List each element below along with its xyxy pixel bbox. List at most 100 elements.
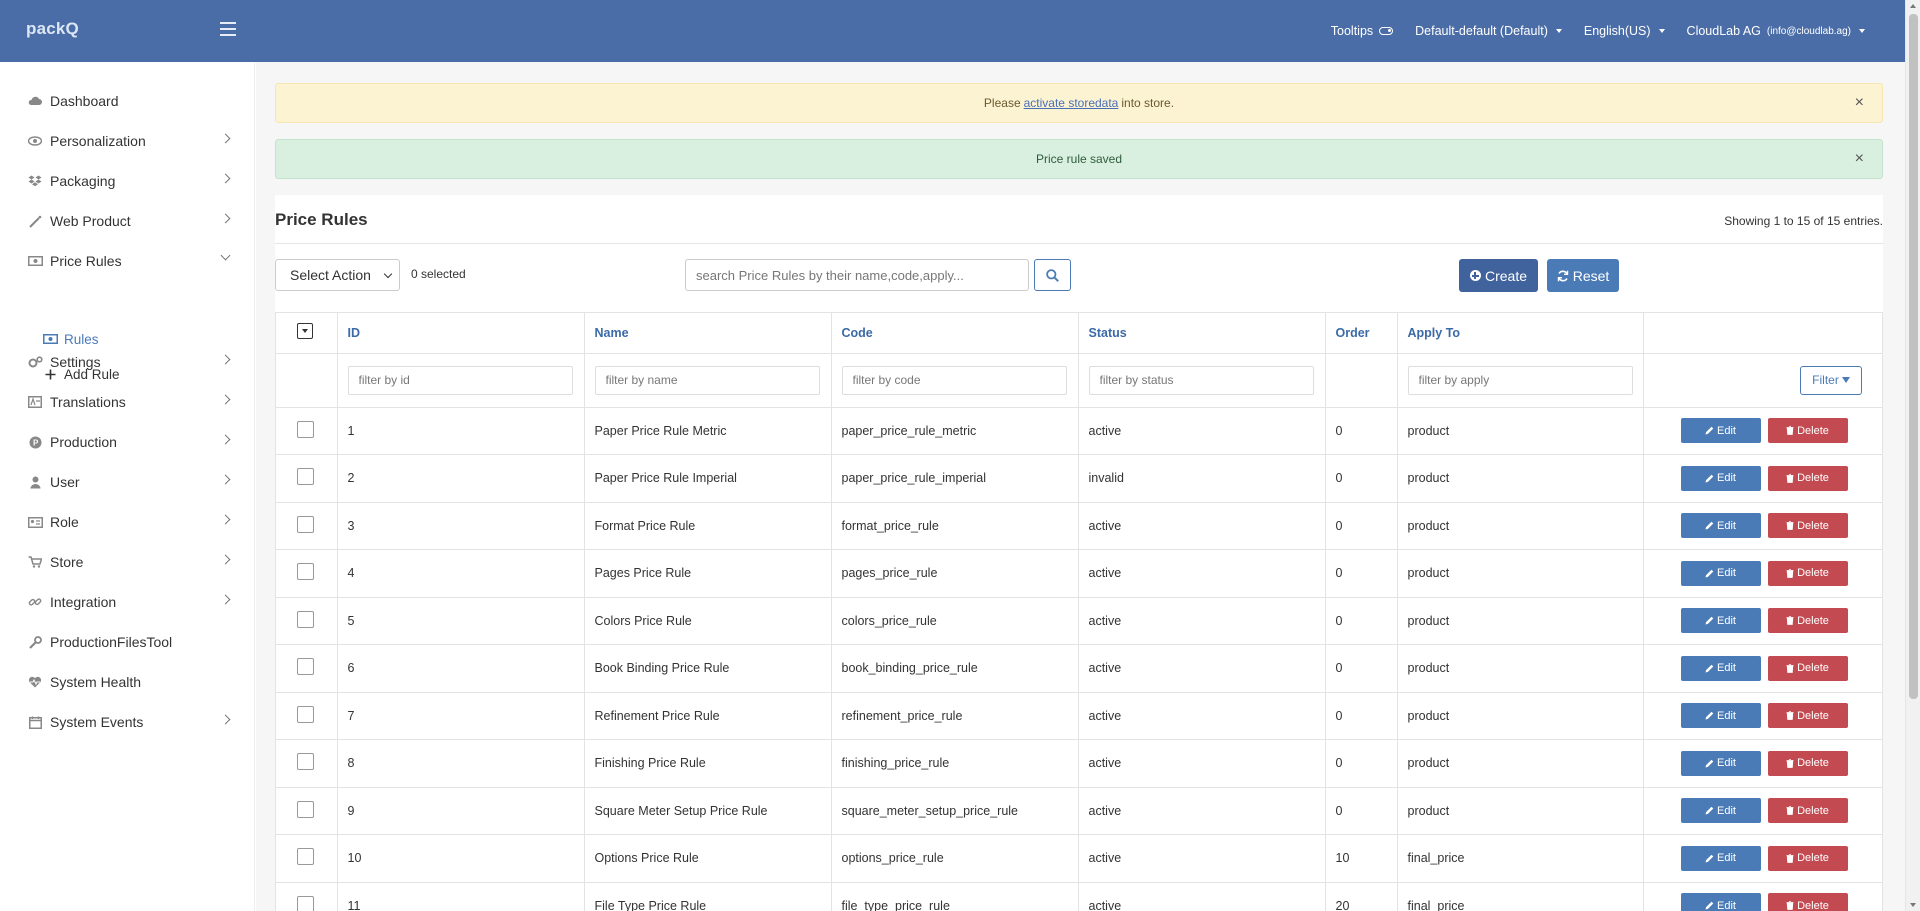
account-dropdown[interactable]: CloudLab AG (info@cloudlab.ag)	[1687, 24, 1865, 38]
create-button[interactable]: Create	[1459, 259, 1538, 292]
chevron-right-icon	[220, 474, 231, 485]
sidebar-item-settings[interactable]: Settings	[0, 342, 255, 382]
sidebar-item-production-files-tool[interactable]: ProductionFilesTool	[0, 622, 255, 662]
row-checkbox[interactable]	[297, 468, 314, 486]
sidebar-item-translations[interactable]: Translations	[0, 382, 255, 422]
close-icon[interactable]: ×	[1855, 151, 1864, 167]
column-header-order[interactable]: Order	[1325, 313, 1398, 354]
edit-button[interactable]: Edit	[1680, 560, 1761, 586]
search-button[interactable]	[1034, 259, 1071, 291]
edit-button[interactable]: Edit	[1680, 845, 1761, 871]
edit-button[interactable]: Edit	[1680, 608, 1761, 634]
row-checkbox[interactable]	[297, 563, 314, 581]
close-icon[interactable]: ×	[1855, 95, 1864, 111]
filter-apply-input[interactable]	[1407, 365, 1633, 395]
filter-id-input[interactable]	[347, 365, 573, 395]
column-header-id[interactable]: ID	[337, 313, 585, 354]
bulk-action-select[interactable]: Select Action	[275, 259, 400, 291]
select-all-checkbox[interactable]	[297, 323, 313, 340]
delete-button[interactable]: Delete	[1767, 608, 1848, 634]
sidebar-item-price-rules[interactable]: Price Rules	[0, 241, 255, 281]
delete-button[interactable]: Delete	[1767, 798, 1848, 824]
sidebar-item-web-product[interactable]: Web Product	[0, 201, 255, 241]
filter-code-input[interactable]	[841, 365, 1067, 395]
scroll-up-arrow-icon[interactable]	[1910, 4, 1916, 8]
column-header-name[interactable]: Name	[584, 313, 832, 354]
edit-button[interactable]: Edit	[1680, 465, 1761, 491]
reset-button[interactable]: Reset	[1547, 259, 1619, 292]
sidebar-item-personalization[interactable]: Personalization	[0, 121, 255, 161]
pencil-icon	[1705, 806, 1714, 815]
select-all-header	[276, 313, 338, 354]
sidebar-item-dashboard[interactable]: Dashboard	[0, 81, 255, 121]
tooltips-toggle[interactable]: Tooltips	[1331, 24, 1394, 38]
sidebar-item-packaging[interactable]: Packaging	[0, 161, 255, 201]
cell-order: 0	[1325, 644, 1398, 693]
edit-button[interactable]: Edit	[1680, 750, 1761, 776]
row-checkbox[interactable]	[297, 753, 314, 771]
store-selector-dropdown[interactable]: Default-default (Default)	[1415, 24, 1562, 38]
cell-code: finishing_price_rule	[831, 739, 1079, 788]
row-checkbox[interactable]	[297, 895, 314, 911]
delete-button[interactable]: Delete	[1767, 655, 1848, 681]
row-checkbox[interactable]	[297, 705, 314, 723]
edit-button[interactable]: Edit	[1680, 703, 1761, 729]
sidebar-item-system-health[interactable]: System Health	[0, 662, 255, 702]
filter-status-input[interactable]	[1088, 365, 1314, 395]
caret-down-icon	[1658, 29, 1665, 33]
edit-button[interactable]: Edit	[1680, 655, 1761, 681]
delete-button[interactable]: Delete	[1767, 513, 1848, 539]
edit-button-label: Edit	[1717, 567, 1736, 580]
row-checkbox[interactable]	[297, 515, 314, 533]
row-checkbox[interactable]	[297, 848, 314, 866]
delete-button[interactable]: Delete	[1767, 418, 1848, 444]
edit-button-label: Edit	[1717, 519, 1736, 532]
sidebar-item-user[interactable]: User	[0, 462, 255, 502]
delete-button[interactable]: Delete	[1767, 845, 1848, 871]
edit-button[interactable]: Edit	[1680, 418, 1761, 444]
scroll-down-arrow-icon[interactable]	[1910, 903, 1916, 907]
scroll-thumb[interactable]	[1909, 14, 1918, 699]
row-actions: Edit Delete	[1654, 513, 1873, 539]
sidebar-item-production[interactable]: P Production	[0, 422, 255, 462]
column-header-status[interactable]: Status	[1078, 313, 1326, 354]
column-header-apply-to[interactable]: Apply To	[1397, 313, 1644, 354]
edit-button[interactable]: Edit	[1680, 513, 1761, 539]
cell-status: active	[1078, 739, 1326, 788]
row-checkbox[interactable]	[297, 610, 314, 628]
cell-name: Square Meter Setup Price Rule	[584, 787, 832, 835]
sidebar-item-integration[interactable]: Integration	[0, 582, 255, 622]
delete-button[interactable]: Delete	[1767, 703, 1848, 729]
cell-status: active	[1078, 882, 1326, 911]
page-scrollbar[interactable]	[1905, 0, 1920, 911]
sidebar-item-role[interactable]: Role	[0, 502, 255, 542]
trash-icon	[1786, 901, 1794, 911]
pencil-icon	[1705, 616, 1714, 625]
delete-button[interactable]: Delete	[1767, 893, 1848, 911]
row-checkbox[interactable]	[297, 800, 314, 818]
activate-storedata-link[interactable]: activate storedata	[1024, 96, 1119, 110]
row-checkbox[interactable]	[297, 420, 314, 438]
top-nav-items: Tooltips Default-default (Default) Engli…	[1331, 0, 1865, 62]
language-dropdown[interactable]: English(US)	[1584, 24, 1665, 38]
cell-id: 10	[337, 834, 585, 883]
edit-button[interactable]: Edit	[1680, 798, 1761, 824]
delete-button[interactable]: Delete	[1767, 465, 1848, 491]
menu-toggle-icon[interactable]	[220, 22, 236, 36]
delete-button[interactable]: Delete	[1767, 750, 1848, 776]
row-checkbox[interactable]	[297, 658, 314, 676]
table-header-row: ID Name Code Status Order Apply To	[276, 313, 1882, 354]
edit-button[interactable]: Edit	[1680, 893, 1761, 911]
sidebar-item-system-events[interactable]: System Events	[0, 702, 255, 742]
create-button-label: Create	[1484, 267, 1528, 284]
delete-button[interactable]: Delete	[1767, 560, 1848, 586]
app-logo[interactable]: packQ	[26, 19, 79, 39]
filter-name-input[interactable]	[594, 365, 820, 395]
success-alert-text: Price rule saved	[1035, 152, 1123, 166]
sidebar-item-store[interactable]: Store	[0, 542, 255, 582]
search-input[interactable]	[686, 260, 1028, 290]
filter-button[interactable]: Filter	[1800, 365, 1862, 395]
column-header-code[interactable]: Code	[831, 313, 1079, 354]
cell-name: Format Price Rule	[584, 502, 832, 550]
calendar-icon	[27, 715, 43, 729]
